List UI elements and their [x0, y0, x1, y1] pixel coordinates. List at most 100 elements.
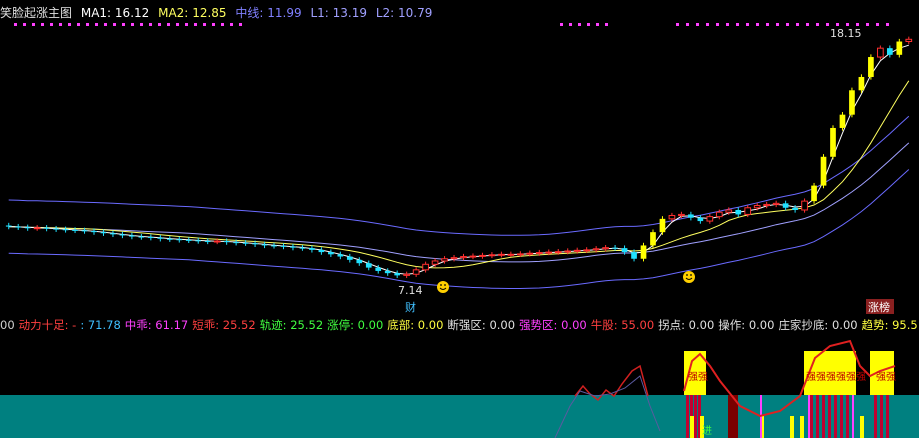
candle-body[interactable] [583, 249, 591, 252]
candle-body[interactable] [318, 249, 325, 253]
candle-body[interactable] [431, 260, 439, 265]
ma2-indicator[interactable]: MA2: 12.85 [158, 6, 226, 20]
candle-body[interactable] [650, 232, 656, 246]
l1-indicator[interactable]: L1: 13.19 [310, 6, 367, 20]
candle-body[interactable] [233, 242, 239, 244]
candle-body[interactable] [328, 252, 334, 255]
candle-body[interactable] [896, 41, 903, 55]
candle-body[interactable] [621, 248, 628, 253]
candle-body[interactable] [697, 217, 704, 222]
candle-body[interactable] [564, 250, 572, 253]
candle-body[interactable] [877, 47, 884, 58]
candle-body[interactable] [592, 248, 600, 251]
candle-body[interactable] [868, 57, 874, 77]
candle-body[interactable] [715, 211, 723, 218]
candle-body[interactable] [753, 205, 761, 209]
candle-body[interactable] [166, 238, 173, 240]
candle-body[interactable] [469, 255, 477, 258]
candle-body[interactable] [33, 227, 41, 230]
candle-body[interactable] [517, 253, 524, 256]
mid-indicator[interactable]: 中线: 11.99 [235, 6, 301, 20]
candle-body[interactable] [498, 253, 505, 256]
candle-body[interactable] [24, 227, 31, 229]
main-price-chart[interactable]: 18.15 7.14 财 涨榜 [0, 22, 919, 314]
candle-body[interactable] [782, 203, 789, 208]
candle-body[interactable] [640, 245, 647, 259]
candle-body[interactable] [100, 232, 107, 234]
candle-body[interactable] [252, 243, 258, 245]
candle-body[interactable] [535, 252, 543, 255]
candle-body[interactable] [545, 251, 553, 254]
candle-body[interactable] [905, 38, 913, 43]
candle-body[interactable] [309, 248, 315, 250]
candle-body[interactable] [460, 256, 467, 259]
candle-body[interactable] [337, 254, 344, 257]
candle-body[interactable] [744, 207, 752, 215]
candle-body[interactable] [185, 239, 192, 241]
candle-body[interactable] [157, 237, 164, 239]
candle-body[interactable] [81, 230, 88, 232]
candle-body[interactable] [725, 209, 733, 213]
candle-body[interactable] [110, 233, 116, 235]
candle-body[interactable] [801, 200, 808, 211]
candle-body[interactable] [15, 226, 22, 228]
candle-body[interactable] [176, 239, 183, 241]
candle-body[interactable] [526, 252, 534, 255]
candle-body[interactable] [688, 214, 694, 218]
chart-title[interactable]: 笑脸起涨主图 [0, 6, 72, 20]
candle-body[interactable] [792, 207, 798, 210]
ma1-indicator[interactable]: MA1: 16.12 [81, 6, 149, 20]
candle-body[interactable] [479, 254, 486, 257]
candle-body[interactable] [763, 203, 771, 207]
candle-body[interactable] [62, 229, 69, 231]
candle-body[interactable] [290, 246, 296, 248]
candle-body[interactable] [148, 237, 154, 239]
candle-body[interactable] [72, 229, 78, 231]
candle-body[interactable] [242, 242, 249, 244]
candle-body[interactable] [280, 245, 287, 247]
l2-indicator[interactable]: L2: 10.79 [376, 6, 433, 20]
candle-body[interactable] [422, 263, 429, 271]
candle-body[interactable] [299, 247, 306, 249]
candle-body[interactable] [412, 269, 420, 275]
candle-body[interactable] [735, 209, 742, 215]
candle-body[interactable] [356, 259, 363, 264]
candle-body[interactable] [849, 90, 855, 115]
candle-body[interactable] [573, 249, 581, 252]
candle-body[interactable] [507, 253, 515, 256]
candle-body[interactable] [138, 236, 145, 238]
candle-body[interactable] [394, 273, 401, 276]
candle-body[interactable] [678, 213, 685, 217]
candle-body[interactable] [820, 156, 827, 186]
candle-body[interactable] [129, 235, 135, 237]
candle-body[interactable] [706, 216, 714, 222]
candle-body[interactable] [195, 240, 202, 242]
candle-body[interactable] [261, 244, 268, 246]
candle-body[interactable] [811, 185, 817, 202]
candle-body[interactable] [119, 234, 126, 236]
candle-body[interactable] [5, 225, 12, 227]
candle-body[interactable] [91, 231, 97, 233]
candle-body[interactable] [886, 48, 893, 55]
candle-body[interactable] [441, 258, 448, 262]
candle-body[interactable] [213, 240, 221, 243]
candle-body[interactable] [839, 114, 846, 128]
candle-body[interactable] [204, 241, 211, 243]
candle-body[interactable] [450, 257, 458, 260]
candle-body[interactable] [375, 267, 382, 271]
candle-body[interactable] [668, 215, 676, 220]
sub-indicator-chart[interactable]: 强强 强强 强强 强强 强强 进 [0, 336, 919, 438]
candle-body[interactable] [43, 227, 50, 229]
candle-body[interactable] [271, 245, 277, 247]
candle-body[interactable] [488, 254, 496, 257]
candle-body[interactable] [554, 251, 562, 254]
candle-body[interactable] [772, 202, 780, 205]
candle-body[interactable] [830, 127, 836, 157]
candle-body[interactable] [346, 256, 353, 260]
candle-body[interactable] [403, 273, 410, 276]
candle-body[interactable] [659, 218, 666, 233]
candle-body[interactable] [53, 228, 59, 230]
candle-body[interactable] [365, 263, 372, 268]
candle-body[interactable] [602, 247, 609, 250]
candle-body[interactable] [384, 270, 391, 274]
